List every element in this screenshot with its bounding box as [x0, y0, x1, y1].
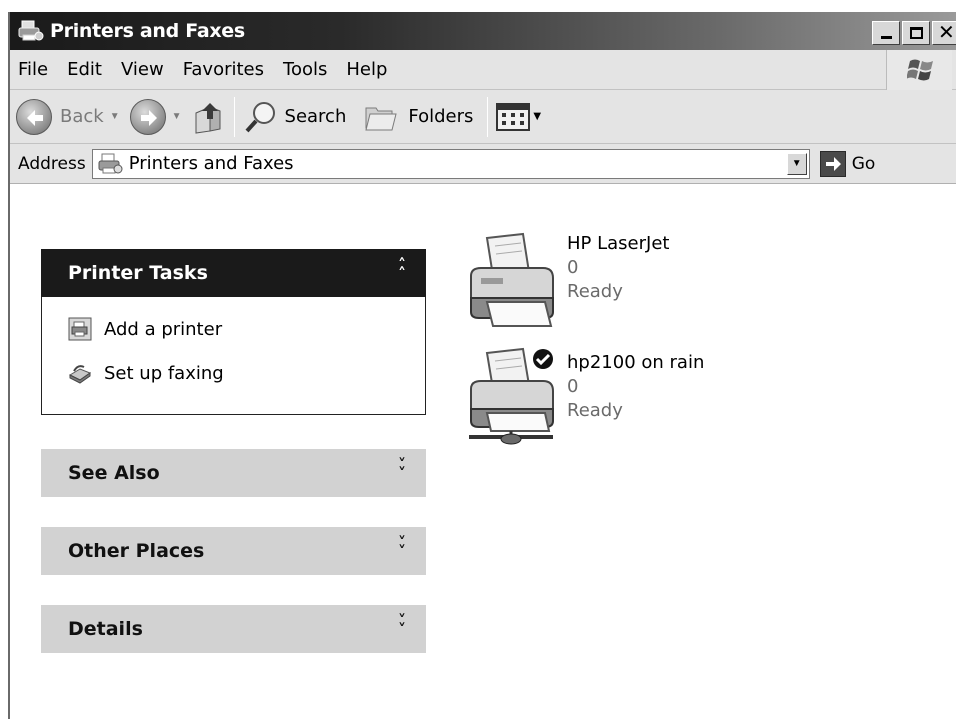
menu-tools[interactable]: Tools [273, 59, 336, 80]
windows-logo [886, 50, 952, 90]
printer-tasks-title: Printer Tasks [68, 262, 208, 284]
printer-item[interactable]: HP LaserJet 0 Ready [465, 232, 669, 332]
set-up-faxing-link[interactable]: Set up faxing [68, 361, 224, 385]
maximize-button[interactable] [902, 21, 930, 45]
standard-toolbar: Back ▼ ▼ Search Folders ▼ [10, 90, 956, 144]
forward-arrow-icon [129, 98, 166, 135]
expand-chevron-icon[interactable]: ˅ ˅ [398, 457, 406, 482]
explorer-window: Printers and Faxes ✕ File Edit View Favo… [8, 12, 956, 719]
minimize-icon [881, 36, 892, 39]
expand-chevron-icon[interactable]: ˅ ˅ [398, 613, 406, 638]
menu-favorites[interactable]: Favorites [173, 59, 273, 80]
printers-folder-icon [18, 20, 44, 41]
printers-folder-icon [98, 153, 123, 173]
views-button[interactable]: ▼ [496, 102, 541, 132]
printer-name: HP LaserJet [567, 233, 670, 254]
details-header[interactable]: Details ˅ ˅ [41, 605, 426, 653]
maximize-icon [910, 27, 923, 39]
address-input[interactable]: Printers and Faxes ▼ [91, 148, 810, 179]
search-button[interactable]: Search [243, 99, 347, 135]
up-folder-button[interactable] [192, 99, 226, 135]
printer-name: hp2100 on rain [567, 352, 705, 373]
folders-button[interactable]: Folders [362, 100, 473, 134]
close-icon: ✕ [938, 22, 955, 44]
printer-status: Ready [567, 400, 623, 421]
go-label: Go [851, 153, 876, 174]
close-button[interactable]: ✕ [932, 21, 956, 45]
set-up-faxing-label: Set up faxing [104, 362, 224, 384]
printer-documents: 0 [567, 376, 579, 397]
other-places-title: Other Places [68, 540, 205, 562]
search-label: Search [284, 106, 347, 127]
back-button[interactable]: Back [16, 98, 104, 135]
see-also-title: See Also [68, 462, 160, 484]
printer-icon [465, 232, 557, 332]
network-printer-icon [465, 347, 557, 447]
menu-view[interactable]: View [111, 59, 173, 80]
back-arrow-icon [16, 98, 52, 135]
folders-label: Folders [408, 106, 474, 127]
views-icon [496, 102, 531, 131]
printer-item[interactable]: hp2100 on rain 0 Ready [465, 347, 704, 447]
other-places-header[interactable]: Other Places ˅ ˅ [41, 527, 426, 575]
views-dropdown-icon: ▼ [533, 111, 542, 122]
printer-documents: 0 [567, 257, 579, 278]
content-area: Printer Tasks ˄ ˄ Add a printer Set up f… [10, 186, 956, 719]
details-title: Details [68, 618, 143, 640]
menu-help[interactable]: Help [336, 59, 396, 80]
printer-tasks-header[interactable]: Printer Tasks ˄ ˄ [41, 249, 426, 297]
forward-button[interactable] [129, 98, 166, 135]
menu-bar: File Edit View Favorites Tools Help [10, 50, 956, 90]
add-printer-icon [68, 317, 92, 341]
see-also-header[interactable]: See Also ˅ ˅ [41, 449, 426, 497]
window-title: Printers and Faxes [50, 20, 245, 42]
add-printer-label: Add a printer [104, 318, 223, 340]
collapse-chevron-icon[interactable]: ˄ ˄ [398, 257, 406, 282]
back-label: Back [60, 106, 104, 127]
windows-flag-icon [907, 59, 933, 81]
search-icon [245, 101, 275, 132]
fax-icon [68, 365, 92, 384]
address-label: Address [18, 153, 86, 174]
toolbar-separator [487, 96, 489, 137]
menu-edit[interactable]: Edit [57, 59, 111, 80]
menu-file[interactable]: File [10, 59, 57, 80]
add-printer-link[interactable]: Add a printer [68, 317, 222, 341]
window-controls: ✕ [872, 21, 956, 45]
back-dropdown-icon[interactable]: ▼ [110, 111, 120, 122]
expand-chevron-icon[interactable]: ˅ ˅ [398, 535, 406, 560]
go-button[interactable]: Go [819, 150, 876, 177]
toolbar-separator [233, 96, 235, 137]
title-bar[interactable]: Printers and Faxes ✕ [10, 12, 956, 50]
printer-status: Ready [567, 281, 623, 302]
folders-icon [365, 107, 397, 130]
address-bar: Address Printers and Faxes ▼ Go [10, 144, 956, 184]
go-arrow-icon [819, 150, 846, 177]
minimize-button[interactable] [872, 21, 900, 45]
up-folder-icon [195, 102, 221, 134]
printer-tasks-panel: Add a printer Set up faxing [41, 297, 426, 415]
forward-dropdown-icon[interactable]: ▼ [172, 111, 182, 122]
address-value: Printers and Faxes [128, 153, 294, 174]
address-dropdown-button[interactable]: ▼ [786, 152, 807, 175]
